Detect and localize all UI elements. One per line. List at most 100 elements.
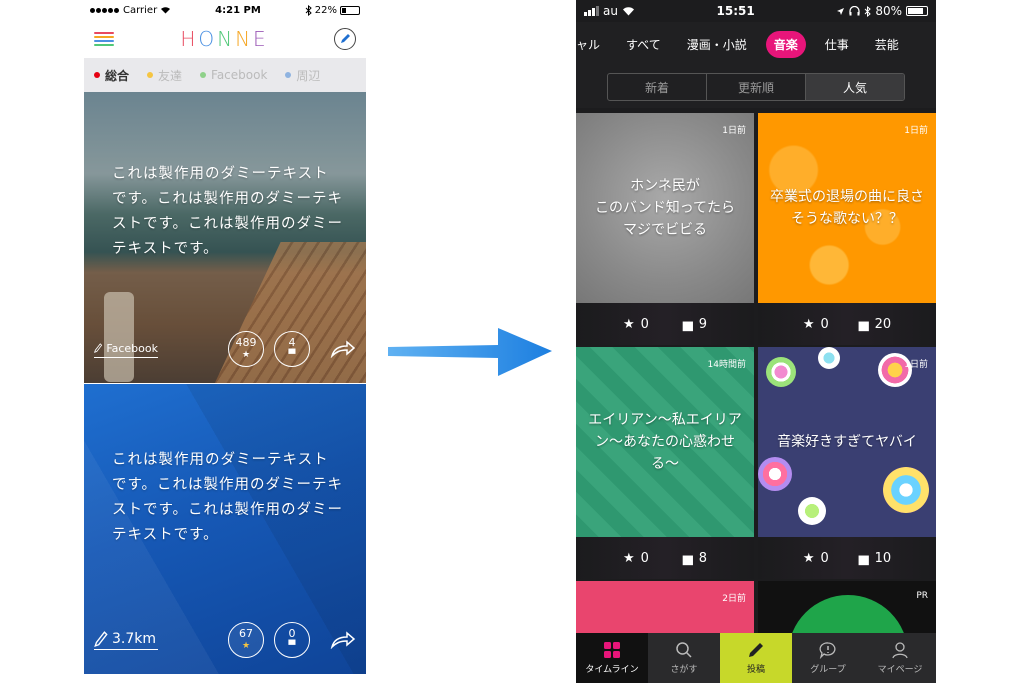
star-count[interactable]: ★ 0 (803, 317, 829, 332)
share-icon[interactable] (330, 340, 356, 358)
carrier-label: Carrier (123, 4, 158, 16)
comment-count[interactable]: ▅ 10 (859, 551, 892, 566)
post-text: これは製作用のダミーテキストです。これは製作用のダミーテキストです。これは製作用… (112, 166, 344, 257)
tab-music[interactable]: 音楽 (765, 30, 806, 58)
post-tile[interactable]: 1日前 ホンネ民が このバンド知ってたら マジでビビる (576, 113, 754, 303)
ad-tile[interactable]: PR (758, 581, 936, 641)
star-count[interactable]: ★ 0 (803, 551, 829, 566)
lollipop-image (798, 497, 826, 525)
post-tile[interactable]: 1日前 音楽好きすぎてヤバイ (758, 347, 936, 537)
status-bar: Carrier 4:21 PM 22% (84, 0, 366, 20)
tab-manga-novel[interactable]: 漫画・小説 (674, 36, 760, 53)
star-icon: ★ (802, 316, 815, 332)
star-count[interactable]: ★ 0 (623, 551, 649, 566)
post-stats: ★ 0 ▅ 9 (576, 303, 754, 345)
category-tabs: ャル すべて 漫画・小説 音楽 仕事 芸能 (576, 22, 936, 66)
tab-work[interactable]: 仕事 (812, 36, 862, 53)
tab-post[interactable]: 投稿 (720, 633, 792, 683)
segment-popular[interactable]: 人気 (806, 74, 904, 100)
headphones-icon (849, 6, 860, 16)
post-title: 卒業式の退場の曲に良さそうな歌ない？？ (770, 189, 924, 227)
comment-icon: ▅ (682, 550, 693, 566)
post-title: 音楽好きすぎてヤバイ (777, 434, 917, 450)
segment-updated[interactable]: 更新順 (707, 74, 806, 100)
user-icon (892, 642, 908, 659)
logo-letter: N (217, 27, 235, 51)
post-age: 1日前 (904, 360, 928, 370)
star-icon: ★ (241, 641, 251, 651)
bottom-tab-bar: タイムライン さがす 投稿 グループ マイページ (576, 633, 936, 683)
post-stats: ★ 0 ▅ 8 (576, 537, 754, 579)
tab-mypage[interactable]: マイページ (864, 633, 936, 683)
filter-nearby[interactable]: 周辺 (285, 67, 320, 84)
share-icon[interactable] (330, 631, 356, 649)
battery-icon (906, 6, 928, 16)
comment-count[interactable]: ▅ 8 (683, 551, 707, 566)
battery-percent: 80% (875, 4, 902, 18)
card-footer: Facebook 489 ★ 4 ▀ (84, 329, 366, 369)
post-title: ホンネ民が このバンド知ってたら マジでビビる (595, 178, 735, 238)
post-tile[interactable]: 2日前 (576, 581, 754, 641)
filter-all[interactable]: 総合 (94, 67, 129, 84)
post-card[interactable]: これは製作用のダミーテキストです。これは製作用のダミーテキストです。これは製作用… (84, 384, 366, 674)
comment-icon: ▀ (288, 641, 296, 651)
source-tag: Facebook (94, 341, 158, 358)
dot-icon (200, 72, 207, 78)
speech-bubble-icon (819, 642, 836, 659)
dot-icon (147, 72, 154, 78)
comment-count[interactable]: ▅ 9 (683, 317, 707, 332)
signal-dots-icon (90, 5, 120, 16)
status-bar: au 15:51 80% (576, 0, 936, 22)
post-age: 2日前 (722, 594, 746, 604)
post-age: 1日前 (722, 126, 746, 136)
post-age: 14時間前 (707, 360, 746, 370)
post-tile[interactable]: 14時間前 エイリアン〜私エイリアン〜あなたの心惑わせる〜 (576, 347, 754, 537)
wifi-icon (161, 7, 171, 14)
logo-letter: E (253, 27, 268, 51)
distance-tag: 3.7km (94, 631, 158, 650)
search-icon (676, 642, 692, 658)
tab-search[interactable]: さがす (648, 633, 720, 683)
pencil-icon (94, 630, 108, 647)
tab-group[interactable]: グループ (792, 633, 864, 683)
star-icon: ★ (622, 316, 635, 332)
filter-friends[interactable]: 友達 (147, 67, 182, 84)
pencil-icon (749, 643, 763, 657)
comment-icon: ▅ (858, 550, 869, 566)
tab-entertainment[interactable]: 芸能 (862, 36, 912, 53)
app-logo: HONNE (180, 27, 267, 51)
star-count[interactable]: ★ 0 (623, 317, 649, 332)
battery-icon (339, 5, 360, 15)
bluetooth-icon (864, 5, 872, 17)
post-tile[interactable]: 1日前 卒業式の退場の曲に良さそうな歌ない？？ (758, 113, 936, 303)
compose-icon[interactable] (334, 28, 356, 50)
status-time: 15:51 (716, 4, 755, 18)
logo-letter: H (180, 27, 198, 51)
filter-facebook[interactable]: Facebook (200, 68, 267, 82)
like-counter[interactable]: 67 ★ (228, 622, 264, 658)
battery-percent: 22% (314, 4, 337, 16)
post-card[interactable]: これは製作用のダミーテキストです。これは製作用のダミーテキストです。これは製作用… (84, 92, 366, 383)
tab-all[interactable]: すべて (613, 36, 674, 53)
tab-category[interactable]: ャル (576, 36, 613, 53)
comment-counter[interactable]: 0 ▀ (274, 622, 310, 658)
segment-new[interactable]: 新着 (608, 74, 707, 100)
card-footer: 3.7km 67 ★ 0 ▀ (84, 620, 366, 660)
comment-icon: ▅ (858, 316, 869, 332)
signal-bars-icon (584, 6, 599, 16)
star-icon: ★ (802, 550, 815, 566)
location-icon (837, 7, 845, 15)
menu-icon[interactable] (94, 31, 114, 47)
comment-count[interactable]: ▅ 20 (859, 317, 892, 332)
lollipop-image (883, 467, 929, 513)
dot-icon (285, 72, 292, 78)
nav-bar: HONNE (84, 20, 366, 58)
lollipop-image (758, 457, 792, 491)
comment-counter[interactable]: 4 ▀ (274, 331, 310, 367)
comparison-stage: Carrier 4:21 PM 22% HONNE 総合 友達 Facebook (0, 0, 1024, 683)
like-counter[interactable]: 489 ★ (228, 331, 264, 367)
post-age: 1日前 (904, 126, 928, 136)
post-title: エイリアン〜私エイリアン〜あなたの心惑わせる〜 (588, 412, 742, 472)
tab-timeline[interactable]: タイムライン (576, 633, 648, 683)
ad-label: PR (916, 591, 928, 601)
